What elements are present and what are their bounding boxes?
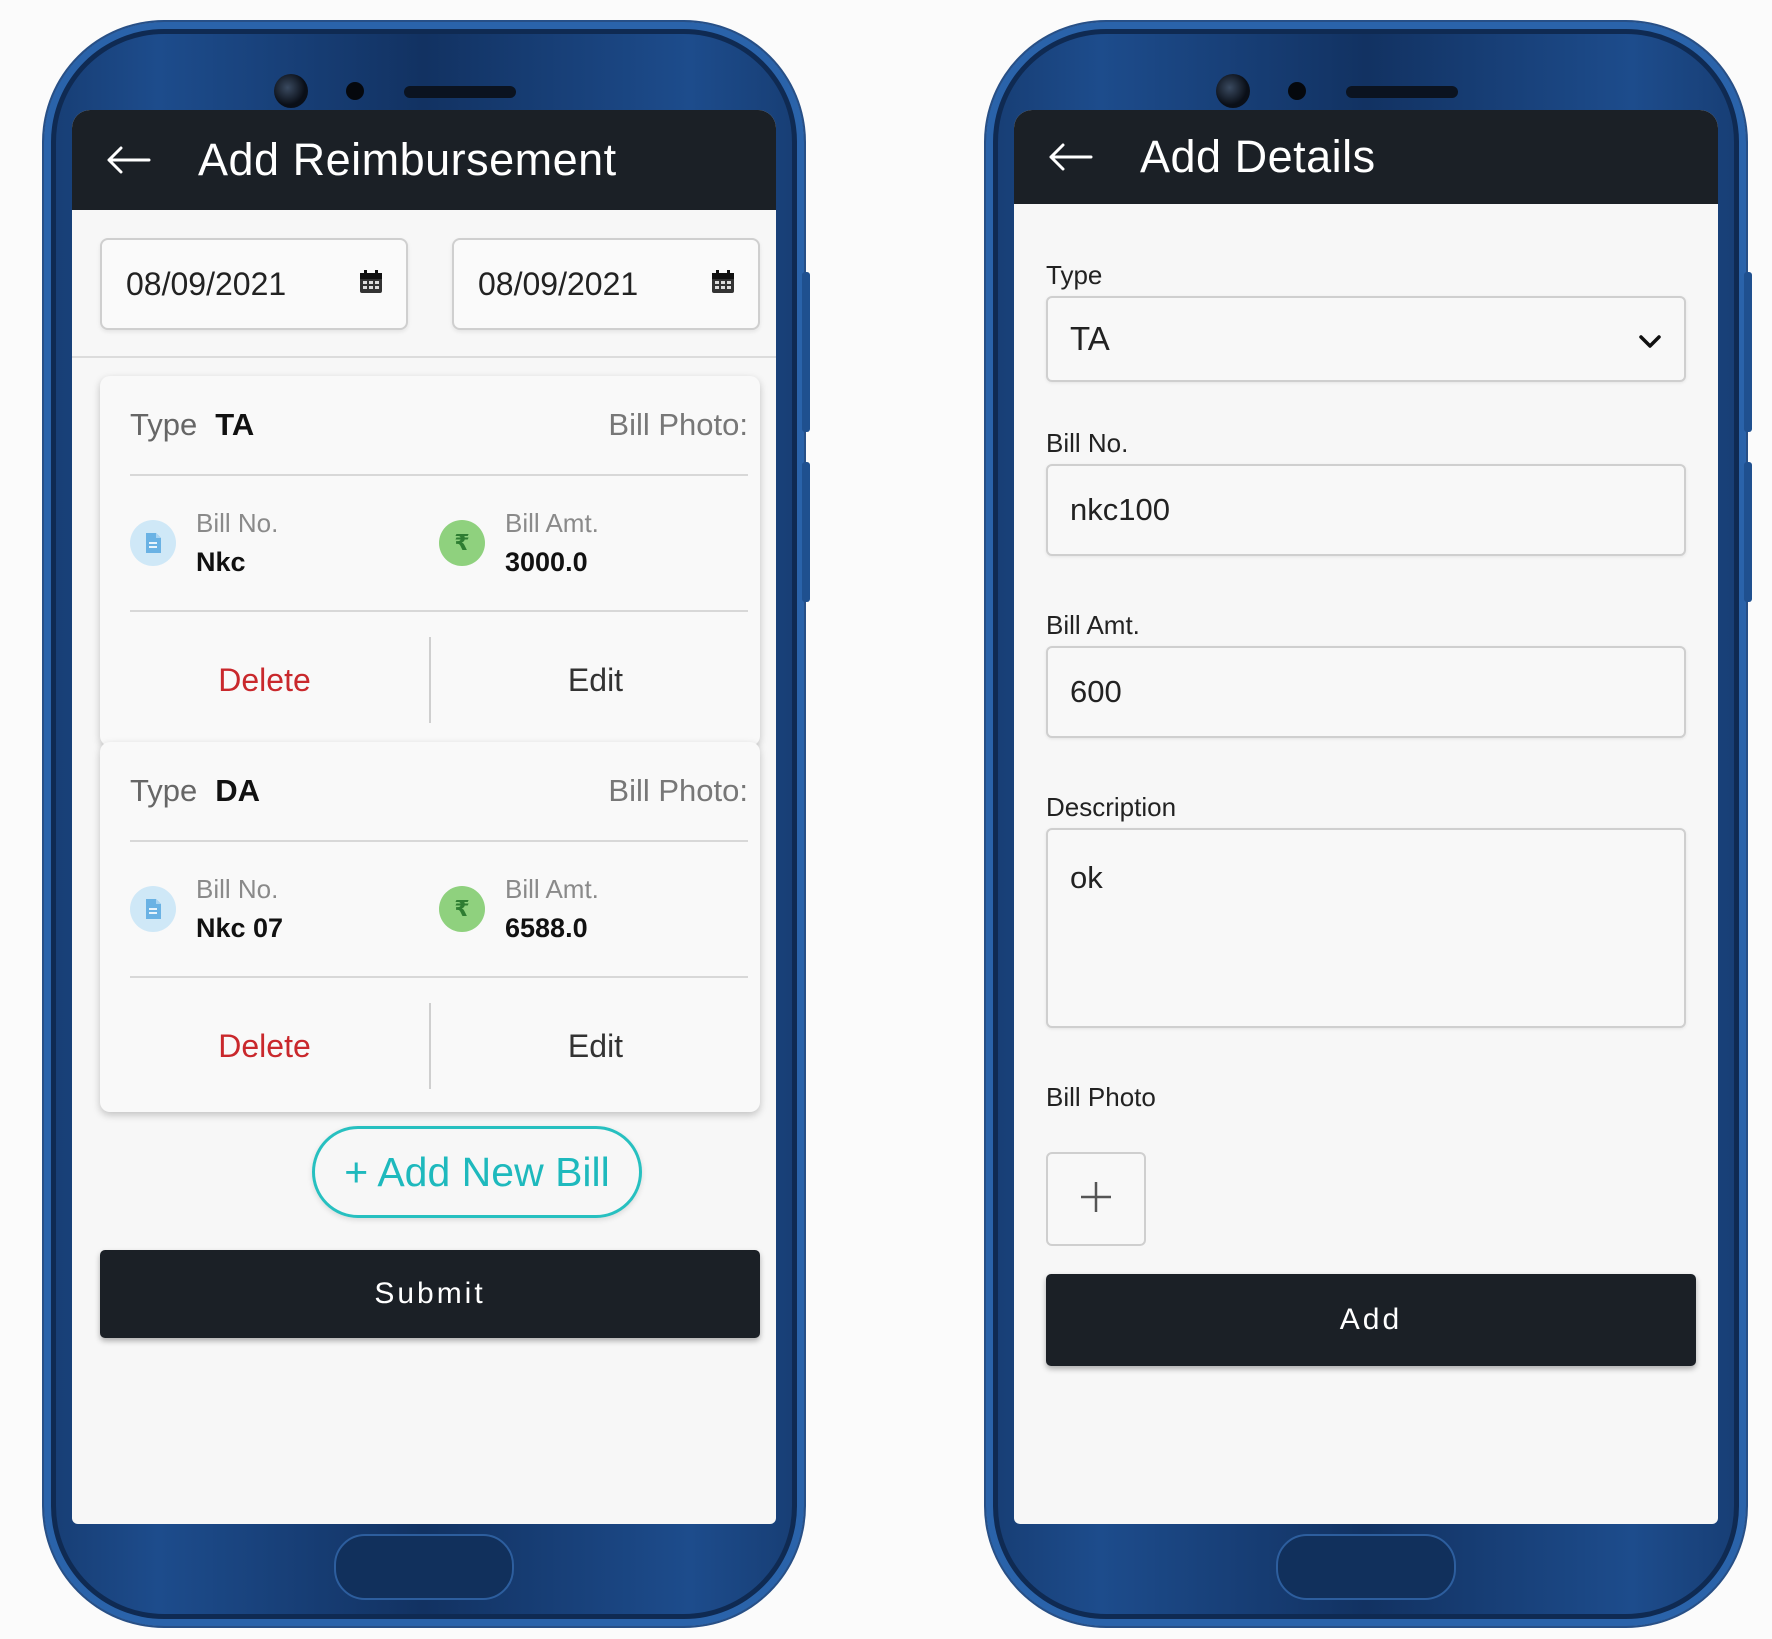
add-button[interactable]: Add <box>1046 1274 1696 1366</box>
bill-card: Type TA Bill Photo: Bill No. Nkc ₹ Bill … <box>100 376 760 746</box>
home-button <box>334 1534 514 1600</box>
chevron-down-icon[interactable] <box>1638 320 1662 358</box>
power-button <box>1744 462 1752 602</box>
document-icon <box>130 520 176 566</box>
calendar-icon[interactable] <box>710 266 736 303</box>
bill-photo-label: Bill Photo: <box>608 773 748 808</box>
bill-amt-value: 600 <box>1070 674 1122 709</box>
bill-no-input[interactable]: nkc100 <box>1046 464 1686 556</box>
bill-no-value: nkc100 <box>1070 492 1170 527</box>
from-date-value: 08/09/2021 <box>126 265 287 302</box>
bill-amt-info: ₹ Bill Amt. 3000.0 <box>439 508 748 578</box>
type-label: Type <box>130 407 198 442</box>
bill-no-info: Bill No. Nkc 07 <box>130 874 439 944</box>
delete-button[interactable]: Delete <box>100 662 429 699</box>
type-label: Type <box>130 773 198 808</box>
bill-amt-value: 6588.0 <box>505 913 588 943</box>
description-textarea[interactable]: ok <box>1046 828 1686 1028</box>
submit-button[interactable]: Submit <box>100 1250 760 1338</box>
bill-amt-input[interactable]: 600 <box>1046 646 1686 738</box>
home-button <box>1276 1534 1456 1600</box>
volume-button <box>802 272 810 432</box>
from-date-field[interactable]: 08/09/2021 <box>100 238 408 330</box>
bill-amt-value: 3000.0 <box>505 547 588 577</box>
description-value: ok <box>1070 860 1103 895</box>
add-details-screen: Add Details Type TA Bill No. nkc100 Bill… <box>1014 110 1718 1524</box>
bill-no-label: Bill No. <box>196 508 279 538</box>
app-bar: Add Details <box>1014 110 1718 204</box>
type-value: DA <box>215 773 260 808</box>
bill-no-value: Nkc <box>196 547 246 577</box>
date-range: 08/09/2021 08/09/2021 <box>72 210 776 358</box>
bill-photo-label: Bill Photo: <box>608 407 748 442</box>
bill-amt-label: Bill Amt. <box>505 508 599 538</box>
volume-button <box>1744 272 1752 432</box>
bill-no-info: Bill No. Nkc <box>130 508 439 578</box>
to-date-field[interactable]: 08/09/2021 <box>452 238 760 330</box>
bill-no-label: Bill No. <box>196 874 279 904</box>
bill-no-value: Nkc 07 <box>196 913 284 943</box>
page-title: Add Details <box>1140 131 1376 182</box>
delete-button[interactable]: Delete <box>100 1028 429 1065</box>
reimbursement-screen: Add Reimbursement 08/09/2021 08/09/2021 … <box>72 110 776 1524</box>
bill-amt-label: Bill Amt. <box>1046 610 1140 640</box>
edit-button[interactable]: Edit <box>431 1028 760 1065</box>
page-title: Add Reimbursement <box>198 134 617 185</box>
phone-frame-left: Add Reimbursement 08/09/2021 08/09/2021 … <box>44 22 810 1626</box>
bill-photo-label: Bill Photo <box>1046 1082 1156 1112</box>
bill-no-label: Bill No. <box>1046 428 1129 458</box>
to-date-value: 08/09/2021 <box>478 265 639 302</box>
type-select[interactable]: TA <box>1046 296 1686 382</box>
bill-amt-label: Bill Amt. <box>505 874 599 904</box>
bill-type: Type TA <box>130 407 254 443</box>
type-label: Type <box>1046 260 1103 290</box>
plus-icon <box>1078 1179 1114 1220</box>
add-new-bill-button[interactable]: + Add New Bill <box>312 1126 642 1218</box>
rupee-icon: ₹ <box>439 886 485 932</box>
back-arrow-icon[interactable] <box>98 130 158 190</box>
bill-amt-info: ₹ Bill Amt. 6588.0 <box>439 874 748 944</box>
app-bar: Add Reimbursement <box>72 110 776 210</box>
calendar-icon[interactable] <box>358 266 384 303</box>
bill-type: Type DA <box>130 773 260 809</box>
edit-button[interactable]: Edit <box>431 662 760 699</box>
power-button <box>802 462 810 602</box>
phone-frame-right: Add Details Type TA Bill No. nkc100 Bill… <box>986 22 1752 1626</box>
rupee-icon: ₹ <box>439 520 485 566</box>
bill-card: Type DA Bill Photo: Bill No. Nkc 07 ₹ Bi… <box>100 742 760 1112</box>
type-value: TA <box>215 407 255 442</box>
add-photo-button[interactable] <box>1046 1152 1146 1246</box>
back-arrow-icon[interactable] <box>1040 127 1100 187</box>
description-label: Description <box>1046 792 1177 822</box>
type-selected-value: TA <box>1070 320 1110 357</box>
document-icon <box>130 886 176 932</box>
